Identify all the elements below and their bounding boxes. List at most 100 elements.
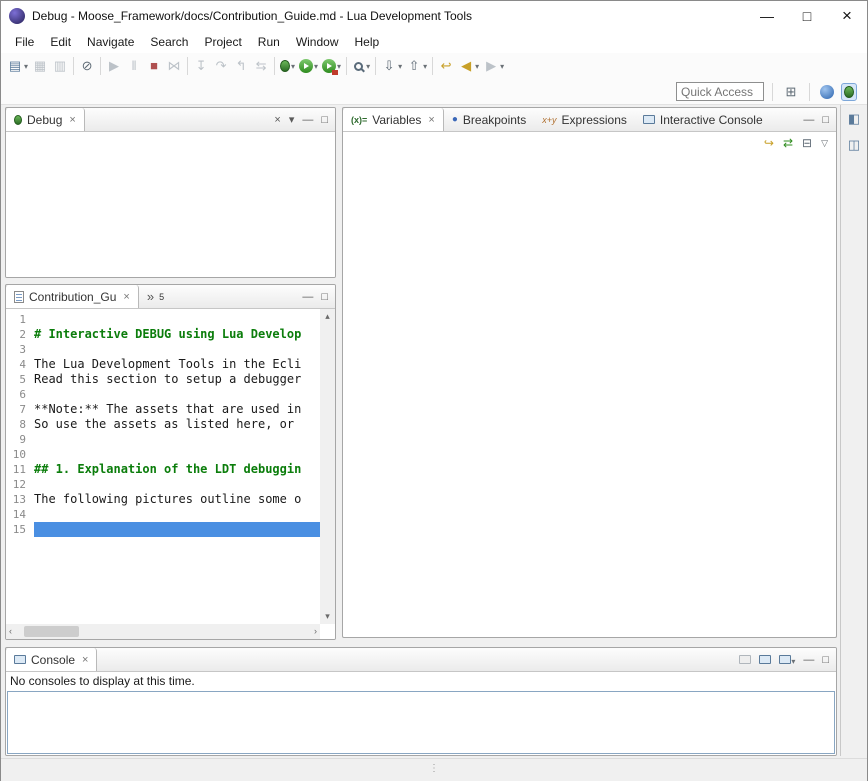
tab-variables-label: Variables bbox=[372, 113, 421, 127]
pin-console-button[interactable] bbox=[739, 653, 751, 667]
tab-expressions-label: Expressions bbox=[562, 113, 627, 127]
tab-debug[interactable]: Debug × bbox=[5, 108, 85, 131]
suspend-button[interactable]: ‖ bbox=[124, 56, 144, 76]
toolbar-separator bbox=[432, 57, 433, 75]
restore-minimized-view-button[interactable]: ◧ bbox=[848, 111, 860, 127]
minimize-view-button[interactable]: — bbox=[302, 114, 313, 126]
menu-file[interactable]: File bbox=[7, 31, 42, 53]
search-button[interactable]: ▾ bbox=[350, 58, 372, 75]
scroll-left-icon[interactable]: ‹ bbox=[9, 624, 12, 639]
suspend-icon: ‖ bbox=[126, 58, 142, 74]
open-perspective-icon: ⊞ bbox=[783, 84, 799, 100]
debug-perspective-icon bbox=[844, 86, 854, 98]
editor-text-area[interactable]: 1 2# Interactive DEBUG using Lua Develop… bbox=[6, 309, 320, 624]
last-edit-location-button[interactable]: ↩ bbox=[436, 56, 456, 76]
editor-line: 7**Note:** The assets that are used in bbox=[6, 402, 320, 417]
close-icon[interactable]: × bbox=[80, 654, 88, 666]
display-selected-console-button[interactable] bbox=[759, 653, 771, 667]
minimize-window-button[interactable]: — bbox=[747, 1, 787, 31]
save-all-button[interactable]: ▥ bbox=[50, 56, 70, 76]
line-text: So use the assets as listed here, or bbox=[34, 417, 320, 432]
lua-perspective-button[interactable] bbox=[818, 83, 836, 101]
window-title: Debug - Moose_Framework/docs/Contributio… bbox=[32, 9, 472, 23]
line-text: # Interactive DEBUG using Lua Develop bbox=[34, 327, 320, 342]
open-console-button[interactable]: ▾ bbox=[779, 653, 795, 667]
quick-access-input[interactable] bbox=[676, 82, 764, 101]
menu-navigate[interactable]: Navigate bbox=[79, 31, 142, 53]
collapse-all-button[interactable]: ⊟ bbox=[802, 136, 812, 150]
show-type-names-button[interactable]: ⇄ bbox=[783, 136, 793, 150]
maximize-view-button[interactable]: □ bbox=[321, 291, 328, 303]
tab-breakpoints-label: Breakpoints bbox=[463, 113, 526, 127]
debug-perspective-button[interactable] bbox=[841, 83, 857, 101]
external-tools-button[interactable]: ▾ bbox=[320, 57, 343, 75]
tab-console[interactable]: Console × bbox=[5, 648, 97, 671]
console-text-area[interactable] bbox=[7, 691, 835, 754]
console-body: No consoles to display at this time. bbox=[6, 672, 836, 755]
editor-line: 12 bbox=[6, 477, 320, 492]
new-icon: ▤ bbox=[7, 58, 23, 74]
minimize-view-button[interactable]: — bbox=[302, 291, 313, 303]
tab-interactive-console[interactable]: Interactive Console bbox=[635, 108, 771, 131]
menu-run[interactable]: Run bbox=[250, 31, 288, 53]
editor-body[interactable]: 1 2# Interactive DEBUG using Lua Develop… bbox=[6, 309, 335, 639]
line-text bbox=[34, 432, 320, 447]
tab-contribution-guide[interactable]: Contribution_Gu × bbox=[5, 285, 139, 308]
close-icon[interactable]: × bbox=[121, 291, 129, 303]
save-button[interactable]: ▦ bbox=[30, 56, 50, 76]
disconnect-button[interactable]: ⋈ bbox=[164, 56, 184, 76]
scroll-right-icon[interactable]: › bbox=[314, 624, 317, 639]
view-menu-button[interactable]: ▾ bbox=[289, 113, 295, 126]
scroll-down-icon[interactable]: ▾ bbox=[325, 609, 330, 624]
scroll-up-icon[interactable]: ▴ bbox=[325, 309, 330, 324]
minimize-view-button[interactable]: — bbox=[803, 114, 814, 126]
previous-annotation-button[interactable]: ⇧ ▾ bbox=[404, 56, 429, 76]
chevron-down-icon: ▾ bbox=[500, 62, 504, 71]
menu-edit[interactable]: Edit bbox=[42, 31, 79, 53]
run-button[interactable]: ▾ bbox=[297, 57, 320, 75]
close-icon[interactable]: × bbox=[426, 114, 434, 126]
trim-drag-handle[interactable]: ⋮ bbox=[429, 764, 439, 774]
scrollbar-thumb[interactable] bbox=[24, 626, 79, 637]
show-logical-structure-button[interactable]: ↪ bbox=[764, 136, 774, 150]
terminate-button[interactable]: ■ bbox=[144, 56, 164, 76]
toolbar-separator bbox=[346, 57, 347, 75]
tab-breakpoints[interactable]: ● Breakpoints bbox=[444, 108, 534, 131]
view-menu-button[interactable]: ▽ bbox=[821, 138, 828, 149]
tab-variables[interactable]: (x)= Variables × bbox=[342, 108, 444, 131]
new-button[interactable]: ▤ ▾ bbox=[5, 56, 30, 76]
maximize-view-button[interactable]: □ bbox=[321, 114, 328, 126]
resume-button[interactable]: ▶ bbox=[104, 56, 124, 76]
minimized-view-button[interactable]: ◫ bbox=[848, 137, 860, 153]
remove-all-terminated-button[interactable]: × bbox=[274, 114, 280, 126]
editor-horizontal-scrollbar[interactable]: ‹ › bbox=[6, 624, 320, 639]
forward-button[interactable]: ▶ ▾ bbox=[481, 56, 506, 76]
editor-vertical-scrollbar[interactable]: ▴ ▾ bbox=[320, 309, 335, 624]
menu-project[interactable]: Project bbox=[196, 31, 249, 53]
step-filters-icon: ⇆ bbox=[253, 58, 269, 74]
next-annotation-button[interactable]: ⇩ ▾ bbox=[379, 56, 404, 76]
back-button[interactable]: ◀ ▾ bbox=[456, 56, 481, 76]
editor-line: 4The Lua Development Tools in the Ecli bbox=[6, 357, 320, 372]
debug-button[interactable]: ▾ bbox=[278, 58, 297, 74]
open-perspective-button[interactable]: ⊞ bbox=[781, 82, 801, 102]
skip-all-breakpoints-button[interactable]: ⊘ bbox=[77, 56, 97, 76]
editor-tab-overflow-button[interactable]: »5 bbox=[139, 285, 172, 308]
tab-expressions[interactable]: x+y Expressions bbox=[534, 108, 635, 131]
maximize-view-button[interactable]: □ bbox=[822, 114, 829, 126]
use-step-filters-button[interactable]: ⇆ bbox=[251, 56, 271, 76]
step-into-button[interactable]: ↧ bbox=[191, 56, 211, 76]
menu-window[interactable]: Window bbox=[288, 31, 347, 53]
menu-search[interactable]: Search bbox=[142, 31, 196, 53]
menu-help[interactable]: Help bbox=[347, 31, 388, 53]
step-return-button[interactable]: ↰ bbox=[231, 56, 251, 76]
maximize-view-button[interactable]: □ bbox=[822, 654, 829, 666]
debug-view-icon bbox=[14, 115, 22, 125]
minimize-view-button[interactable]: — bbox=[803, 654, 814, 666]
close-icon[interactable]: × bbox=[67, 114, 75, 126]
run-icon bbox=[299, 59, 313, 73]
line-text bbox=[34, 342, 320, 357]
maximize-window-button[interactable]: □ bbox=[787, 1, 827, 31]
close-window-button[interactable]: × bbox=[827, 1, 867, 31]
step-over-button[interactable]: ↷ bbox=[211, 56, 231, 76]
